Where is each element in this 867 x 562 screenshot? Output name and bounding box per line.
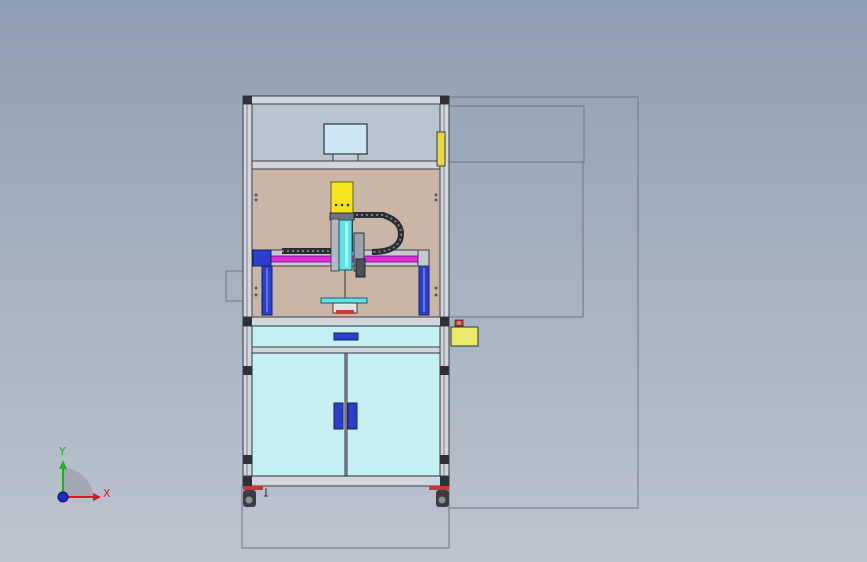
cad-viewport[interactable]: X Y: [0, 0, 867, 562]
outline-bottom: [241, 485, 450, 549]
outline-right-mid: [448, 161, 584, 318]
machine-assembly-view[interactable]: X Y: [0, 0, 867, 562]
triad-plane-fill: [64, 468, 93, 497]
y-axis-label: Y: [58, 445, 66, 458]
coordinate-triad: X Y: [57, 445, 111, 503]
drawer[interactable]: [251, 325, 441, 348]
z-axis-origin: [57, 491, 69, 503]
cabinet-doors[interactable]: [251, 352, 441, 477]
side-indicator-bar: [436, 131, 446, 167]
door-right-handle[interactable]: [347, 402, 358, 430]
x-axis-label: X: [103, 487, 111, 500]
x-axis-arrow: [93, 493, 101, 501]
y-axis-arrow: [59, 460, 67, 469]
door-right[interactable]: [346, 352, 441, 477]
outline-right-top: [448, 105, 585, 163]
door-left[interactable]: [251, 352, 346, 477]
drawer-separator: [251, 346, 441, 354]
casters: [243, 486, 449, 507]
drawer-handle[interactable]: [333, 332, 359, 341]
control-box[interactable]: [450, 319, 479, 347]
door-left-handle[interactable]: [333, 402, 344, 430]
outline-right-large: [448, 96, 639, 509]
